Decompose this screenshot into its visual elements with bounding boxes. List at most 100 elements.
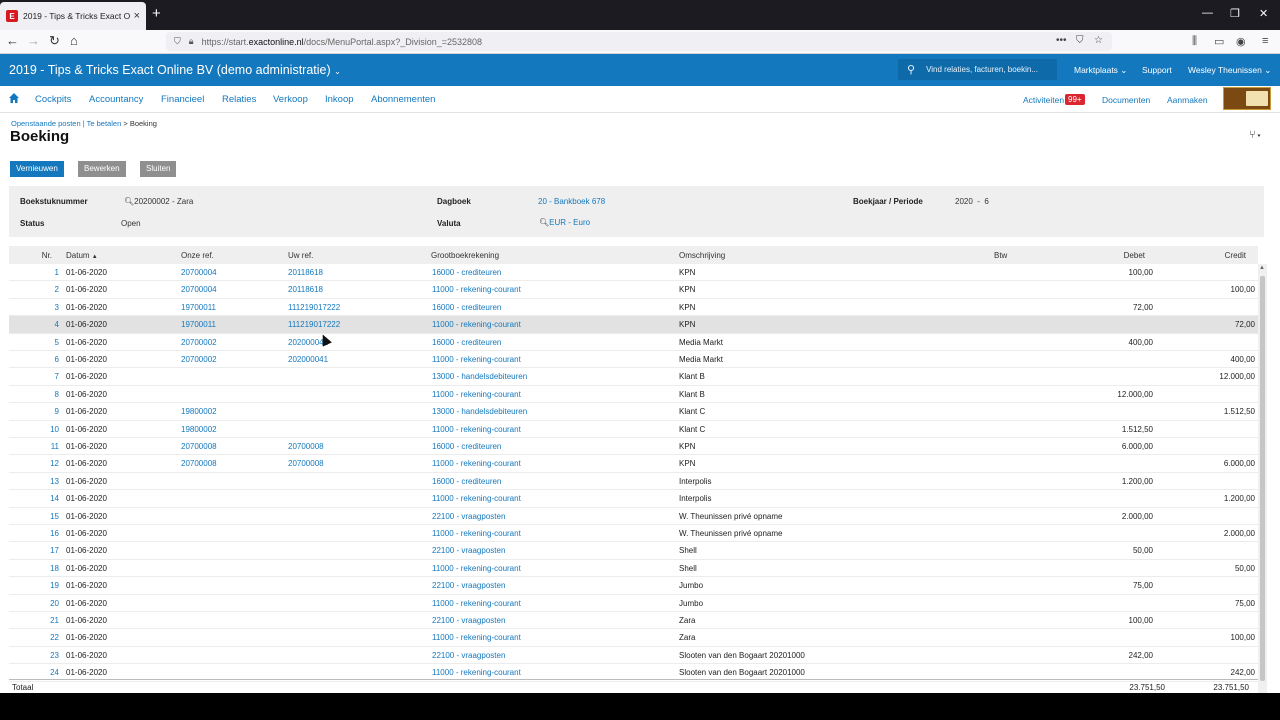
- row-number-link[interactable]: 3: [29, 303, 59, 312]
- table-row[interactable]: 20 01-06-2020 11000 - rekening-courant Jumb…: [9, 595, 1258, 612]
- row-our-ref-link[interactable]: 19800002: [181, 425, 217, 434]
- row-number-link[interactable]: 15: [29, 512, 59, 521]
- col-gl-account[interactable]: Grootboekrekening: [431, 251, 499, 260]
- table-row[interactable]: 6 01-06-2020 20700002 202000041 11000 - reke…: [9, 351, 1258, 369]
- address-bar[interactable]: ⛉ 🔒︎ https://start.exactonline.nl/docs/M…: [166, 32, 1112, 51]
- row-gl-account-link[interactable]: 22100 - vraagposten: [432, 546, 505, 555]
- row-your-ref-link[interactable]: 20700008: [288, 442, 324, 451]
- app-menu-icon[interactable]: ≡: [1262, 35, 1268, 47]
- table-row[interactable]: 7 01-06-2020 13000 - handelsdebiteuren Klan…: [9, 368, 1258, 386]
- row-our-ref-link[interactable]: 20700002: [181, 355, 217, 364]
- row-gl-account-link[interactable]: 11000 - rekening-courant: [432, 390, 521, 399]
- forward-icon[interactable]: →: [27, 34, 40, 48]
- row-gl-account-link[interactable]: 16000 - crediteuren: [432, 268, 501, 277]
- row-gl-account-link[interactable]: 16000 - crediteuren: [432, 303, 501, 312]
- col-date[interactable]: Datum ▲: [66, 251, 98, 260]
- restore-window-icon[interactable]: ❐: [1230, 7, 1240, 20]
- row-gl-account-link[interactable]: 22100 - vraagposten: [432, 616, 505, 625]
- reload-icon[interactable]: ↻: [49, 34, 60, 48]
- row-number-link[interactable]: 1: [29, 268, 59, 277]
- table-row[interactable]: 5 01-06-2020 20700002 202000041 16000 - cred…: [9, 334, 1258, 351]
- bookmark-star-icon[interactable]: ☆: [1094, 35, 1103, 46]
- row-gl-account-link[interactable]: 16000 - crediteuren: [432, 477, 501, 486]
- row-gl-account-link[interactable]: 13000 - handelsdebiteuren: [432, 407, 527, 416]
- table-row[interactable]: 13 01-06-2020 16000 - crediteuren Interpoli…: [9, 473, 1258, 491]
- close-window-icon[interactable]: ✕: [1259, 7, 1268, 20]
- row-gl-account-link[interactable]: 22100 - vraagposten: [432, 581, 505, 590]
- row-number-link[interactable]: 14: [29, 494, 59, 503]
- row-gl-account-link[interactable]: 11000 - rekening-courant: [432, 529, 521, 538]
- menu-item-verkoop[interactable]: Verkoop: [273, 94, 308, 105]
- table-row[interactable]: 14 01-06-2020 11000 - rekening-courant Inte…: [9, 490, 1258, 508]
- row-number-link[interactable]: 24: [29, 668, 59, 677]
- row-number-link[interactable]: 10: [29, 425, 59, 434]
- row-gl-account-link[interactable]: 22100 - vraagposten: [432, 512, 505, 521]
- table-row[interactable]: 10 01-06-2020 19800002 11000 - rekening-cou…: [9, 421, 1258, 438]
- documents-link[interactable]: Documenten: [1102, 95, 1150, 105]
- row-gl-account-link[interactable]: 11000 - rekening-courant: [432, 355, 521, 364]
- col-nr[interactable]: Nr.: [29, 251, 52, 260]
- row-gl-account-link[interactable]: 11000 - rekening-courant: [432, 599, 521, 608]
- row-gl-account-link[interactable]: 11000 - rekening-courant: [432, 633, 521, 642]
- browser-tab[interactable]: E 2019 - Tips & Tricks Exact Onli ×: [0, 2, 146, 30]
- row-number-link[interactable]: 22: [29, 633, 59, 642]
- row-number-link[interactable]: 6: [29, 355, 59, 364]
- menu-item-inkoop[interactable]: Inkoop: [325, 94, 354, 105]
- row-our-ref-link[interactable]: 19700011: [181, 303, 216, 312]
- row-your-ref-link[interactable]: 20700008: [288, 459, 324, 468]
- col-credit[interactable]: Credit: [1189, 251, 1246, 260]
- table-row[interactable]: 3 01-06-2020 19700011 111219017222 16000 - c…: [9, 299, 1258, 317]
- breadcrumb-open-items[interactable]: Openstaande posten: [11, 119, 81, 128]
- edit-button[interactable]: Bewerken: [78, 161, 126, 177]
- scroll-up-icon[interactable]: ▲: [1259, 265, 1265, 271]
- row-your-ref-link[interactable]: 111219017222: [288, 303, 340, 312]
- row-gl-account-link[interactable]: 11000 - rekening-courant: [432, 564, 521, 573]
- table-row[interactable]: 23 01-06-2020 22100 - vraagposten Slooten v…: [9, 647, 1258, 665]
- table-row[interactable]: 1 01-06-2020 20700004 20118618 16000 - credi…: [9, 264, 1258, 282]
- row-number-link[interactable]: 4: [29, 320, 59, 329]
- table-row[interactable]: 8 01-06-2020 11000 - rekening-courant Klant…: [9, 386, 1258, 404]
- table-row[interactable]: 9 01-06-2020 19800002 13000 - handelsdebite…: [9, 403, 1258, 421]
- col-vat[interactable]: Btw: [994, 251, 1007, 260]
- row-our-ref-link[interactable]: 19700011: [181, 320, 216, 329]
- row-gl-account-link[interactable]: 11000 - rekening-courant: [432, 494, 521, 503]
- row-your-ref-link[interactable]: 20118618: [288, 268, 323, 277]
- row-gl-account-link[interactable]: 11000 - rekening-courant: [432, 668, 521, 677]
- row-our-ref-link[interactable]: 20700004: [181, 268, 217, 277]
- table-row[interactable]: 4 01-06-2020 19700011 111219017222 11000 - r…: [9, 316, 1258, 334]
- refresh-button[interactable]: Vernieuwen: [10, 161, 64, 177]
- col-our-ref[interactable]: Onze ref.: [181, 251, 214, 260]
- row-your-ref-link[interactable]: 202000041: [288, 355, 328, 364]
- table-row[interactable]: 17 01-06-2020 22100 - vraagposten Shell 50,0…: [9, 542, 1258, 560]
- row-number-link[interactable]: 2: [29, 285, 59, 294]
- row-gl-account-link[interactable]: 11000 - rekening-courant: [432, 425, 521, 434]
- table-row[interactable]: 18 01-06-2020 11000 - rekening-courant Shel…: [9, 560, 1258, 578]
- row-our-ref-link[interactable]: 20700008: [181, 459, 217, 468]
- home-menu-icon[interactable]: [8, 92, 20, 104]
- home-icon[interactable]: ⌂: [70, 34, 78, 48]
- sidebar-icon[interactable]: ▭: [1214, 35, 1224, 48]
- library-icon[interactable]: ⫼: [1192, 35, 1197, 48]
- row-number-link[interactable]: 8: [29, 390, 59, 399]
- table-row[interactable]: 11 01-06-2020 20700008 20700008 16000 - cred…: [9, 438, 1258, 456]
- row-number-link[interactable]: 12: [29, 459, 59, 468]
- menu-item-abonnementen[interactable]: Abonnementen: [371, 94, 435, 105]
- row-number-link[interactable]: 18: [29, 564, 59, 573]
- journal-link[interactable]: 20 - Bankboek 678: [538, 197, 605, 206]
- row-gl-account-link[interactable]: 11000 - rekening-courant: [432, 459, 521, 468]
- row-number-link[interactable]: 5: [29, 338, 59, 347]
- table-row[interactable]: 2 01-06-2020 20700004 20118618 11000 - reken…: [9, 281, 1258, 299]
- menu-item-relaties[interactable]: Relaties: [222, 94, 256, 105]
- close-tab-icon[interactable]: ×: [134, 10, 140, 22]
- activities-link[interactable]: Activiteiten: [1023, 95, 1064, 105]
- account-icon[interactable]: ◉: [1236, 35, 1246, 48]
- row-number-link[interactable]: 16: [29, 529, 59, 538]
- menu-item-accountancy[interactable]: Accountancy: [89, 94, 143, 105]
- row-gl-account-link[interactable]: 11000 - rekening-courant: [432, 285, 521, 294]
- back-icon[interactable]: ←: [6, 34, 19, 48]
- entry-number-value[interactable]: 🔍︎20200002 - Zara: [124, 197, 193, 206]
- new-tab-icon[interactable]: +: [152, 6, 161, 22]
- row-number-link[interactable]: 17: [29, 546, 59, 555]
- table-scrollbar[interactable]: ▲: [1258, 264, 1267, 693]
- row-our-ref-link[interactable]: 20700008: [181, 442, 217, 451]
